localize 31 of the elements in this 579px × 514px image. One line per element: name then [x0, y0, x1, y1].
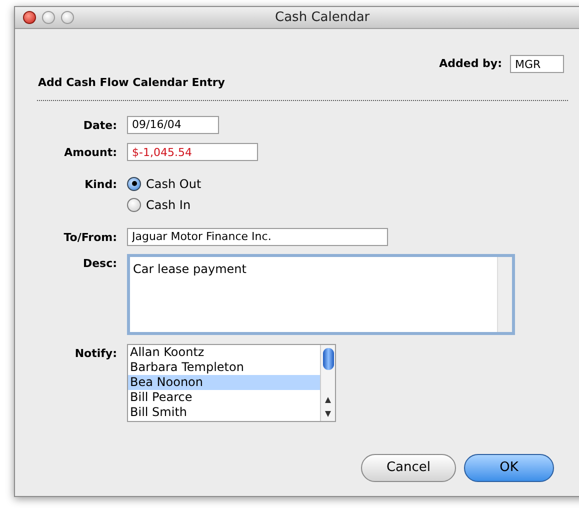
dialog-button[interactable]: Cancel	[361, 454, 456, 482]
input-field[interactable]: 09/16/04	[127, 116, 219, 134]
section-heading: Add Cash Flow Calendar Entry	[38, 75, 226, 91]
field-label: Notify:	[74, 346, 118, 362]
radio-label[interactable]: Cash Out	[146, 174, 202, 192]
radio-button[interactable]	[127, 198, 141, 212]
field-label: Desc:	[82, 256, 118, 272]
input-field[interactable]: MGR	[510, 55, 564, 73]
list-item[interactable]: Bea Noonon	[128, 375, 320, 390]
close-button[interactable]	[23, 11, 36, 24]
minimize-button[interactable]	[42, 11, 55, 24]
window-title: Cash Calendar	[275, 8, 370, 27]
field-label: Kind:	[84, 176, 118, 192]
radio-label[interactable]: Cash In	[146, 196, 191, 214]
text-area[interactable]: Car lease payment	[127, 254, 515, 335]
field-label: Amount:	[63, 145, 118, 161]
radio-button[interactable]	[127, 176, 141, 190]
field-label: Added by:	[439, 56, 502, 72]
list-item[interactable]: Allan Koontz	[128, 345, 320, 360]
scroll-thumb[interactable]	[322, 348, 334, 370]
list-item[interactable]: Barbara Templeton	[128, 360, 320, 375]
scroll-up-icon[interactable]	[324, 396, 332, 404]
field-label: Date:	[82, 118, 118, 134]
input-field[interactable]: $-1,045.54	[127, 143, 258, 161]
field-label: To/From:	[62, 230, 118, 246]
list-item[interactable]: Bill Smith	[128, 405, 320, 420]
list-box[interactable]: Allan Koontz Barbara Templeton Bea Noonon Bill Pearce Bill Smith	[127, 344, 336, 422]
list-item[interactable]: Bill Pearce	[128, 390, 320, 405]
dialog-button[interactable]: OK	[464, 454, 554, 482]
scroll-down-icon[interactable]	[324, 410, 332, 418]
zoom-button[interactable]	[61, 11, 74, 24]
